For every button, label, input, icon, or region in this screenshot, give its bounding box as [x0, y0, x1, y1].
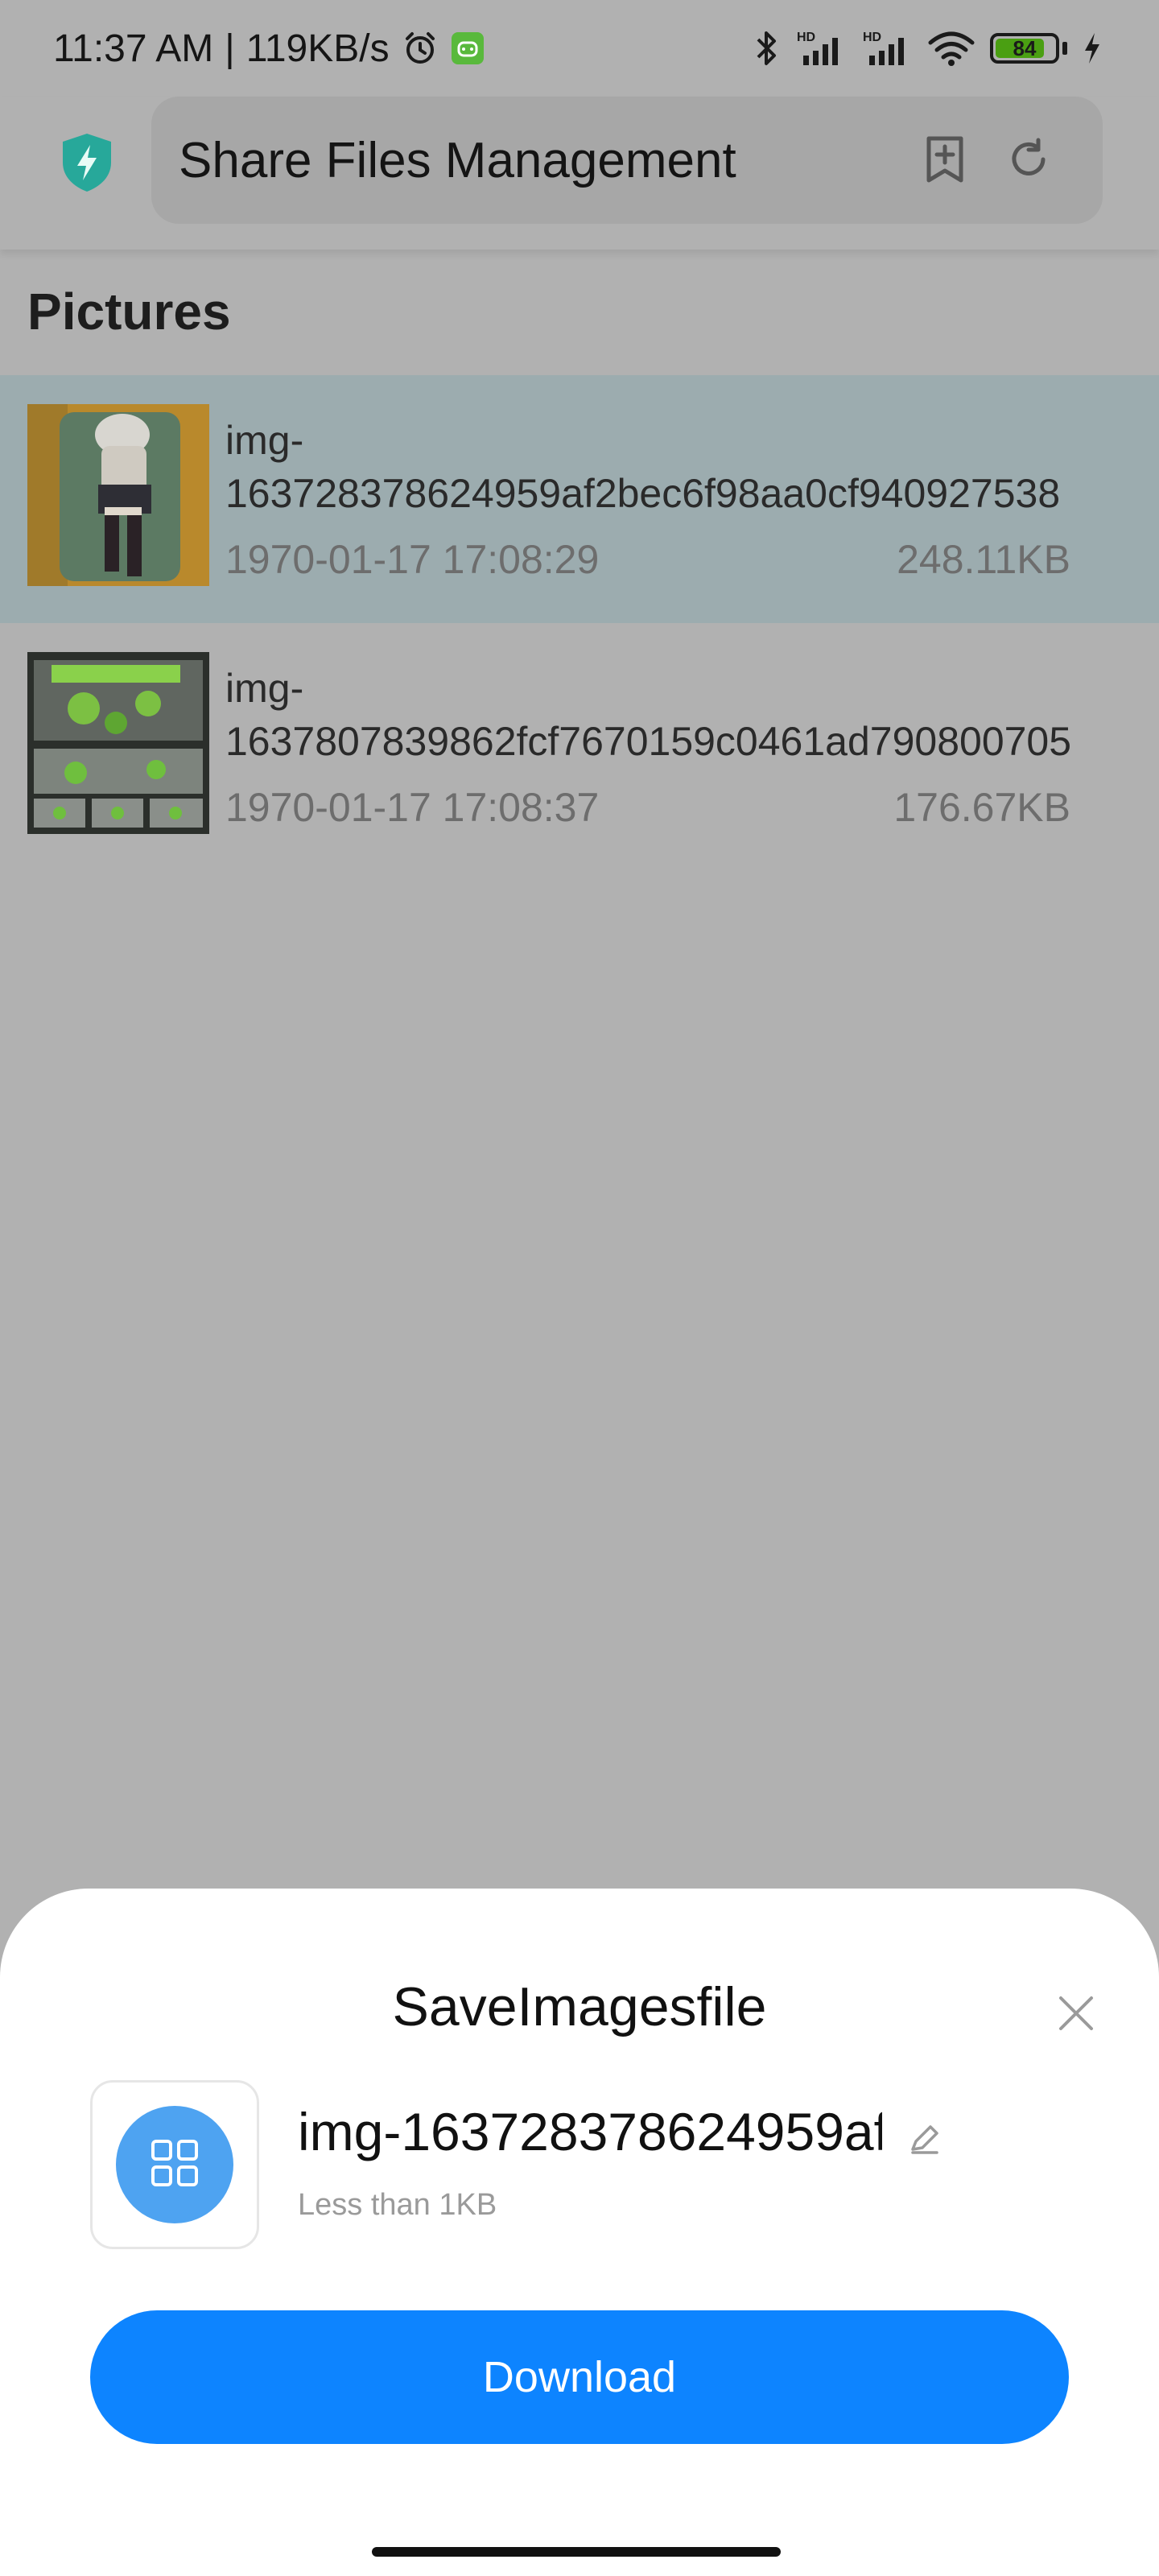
file-row[interactable]: img- 1637807839862fcf7670159c0461ad79080… [0, 623, 1159, 871]
file-name-line2: 1637807839862fcf7670159c0461ad790800705 [225, 719, 1070, 764]
save-file-sheet: SaveImagesfile img-163728378624959af Les… [0, 1889, 1159, 2576]
app-bar: Share Files Management [0, 97, 1159, 250]
file-row[interactable]: img- 163728378624959af2bec6f98aa0cf94092… [0, 375, 1159, 623]
grid-icon [150, 2138, 200, 2192]
file-size: 248.11KB [897, 537, 1070, 582]
svg-text:HD: HD [797, 31, 815, 44]
hd-signal-icon: HD [861, 28, 913, 68]
home-indicator[interactable] [372, 2547, 781, 2557]
svg-text:HD: HD [863, 31, 881, 44]
android-app-icon [451, 31, 485, 65]
add-bookmark-icon[interactable] [919, 134, 971, 185]
status-bar: 11:37 AM | 119KB/s HD HD 84 [0, 0, 1159, 97]
file-name-line1: img- [225, 666, 304, 711]
refresh-icon[interactable] [1003, 134, 1054, 185]
close-icon[interactable] [1051, 1988, 1101, 2038]
title-bar[interactable]: Share Files Management [151, 97, 1103, 224]
file-date: 1970-01-17 17:08:29 [225, 537, 600, 582]
status-left: 11:37 AM | 119KB/s [53, 27, 485, 71]
file-type-card [90, 2080, 259, 2249]
status-time: 11:37 AM [53, 27, 214, 70]
screen: 11:37 AM | 119KB/s HD HD 84 Share Files … [0, 0, 1159, 2576]
alarm-icon [401, 29, 439, 68]
sheet-file-name: img-163728378624959af [298, 2102, 882, 2161]
file-name: img- 1637807839862fcf7670159c0461ad79080… [225, 662, 1070, 768]
download-button[interactable]: Download [90, 2310, 1069, 2444]
file-name-line2: 163728378624959af2bec6f98aa0cf940927538 [225, 471, 1061, 516]
shield-bolt-icon[interactable] [60, 132, 114, 193]
battery-level: 84 [1013, 35, 1037, 60]
wifi-icon [927, 30, 975, 67]
charging-icon [1082, 31, 1103, 65]
file-type-icon-circle [116, 2106, 233, 2223]
sheet-file-size: Less than 1KB [298, 2188, 497, 2222]
sheet-title: SaveImagesfile [392, 1976, 767, 2037]
file-thumbnail [27, 652, 209, 834]
file-size: 176.67KB [893, 785, 1070, 830]
network-speed: 119KB/s [245, 27, 390, 70]
edit-icon[interactable] [908, 2122, 942, 2156]
file-name: img- 163728378624959af2bec6f98aa0cf94092… [225, 414, 1070, 520]
file-date: 1970-01-17 17:08:37 [225, 785, 600, 830]
bluetooth-icon [753, 28, 781, 68]
file-name-line1: img- [225, 418, 304, 463]
hd-signal-icon: HD [795, 28, 847, 68]
app-title: Share Files Management [179, 132, 736, 188]
file-thumbnail [27, 404, 209, 586]
section-title: Pictures [27, 283, 231, 341]
status-separator: | [225, 27, 235, 70]
battery-icon: 84 [990, 33, 1059, 64]
battery-nub [1062, 42, 1067, 55]
status-right: HD HD 84 [753, 28, 1103, 68]
